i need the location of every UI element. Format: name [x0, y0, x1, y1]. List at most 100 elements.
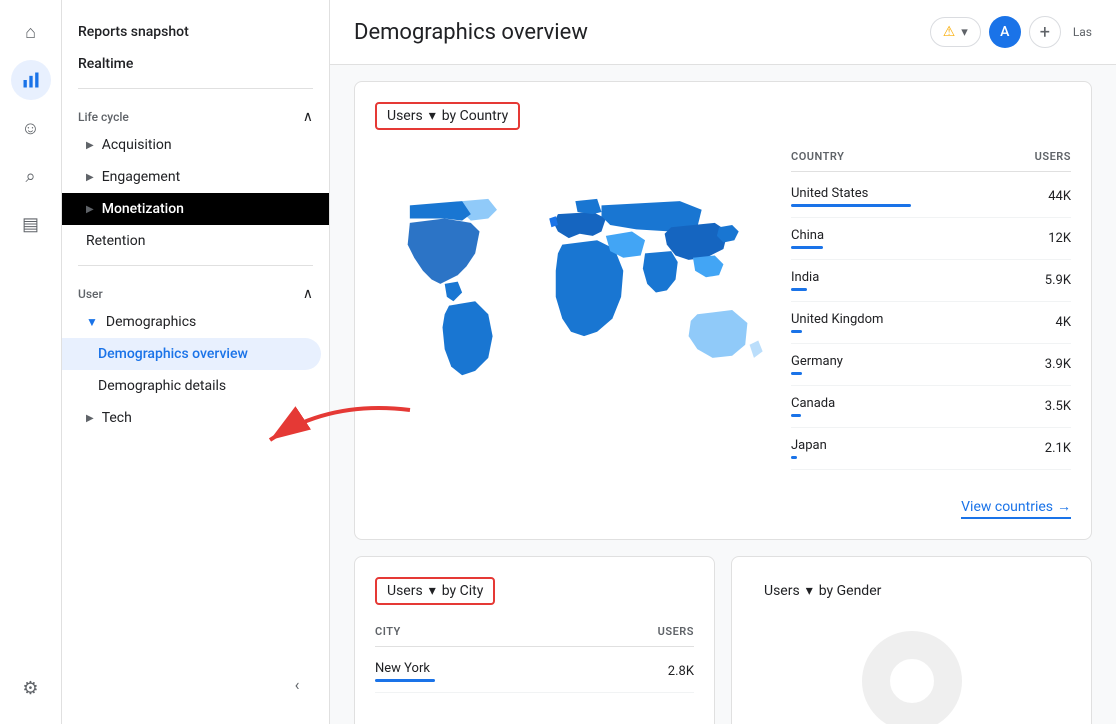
city-table-header: CITY USERS — [375, 621, 694, 647]
sidebar-demographics-overview[interactable]: Demographics overview — [62, 338, 321, 370]
lifecycle-chevron: ∧ — [303, 109, 313, 125]
city-card-header: Users ▾ by City — [375, 577, 694, 605]
country-name-cell: Germany — [791, 354, 843, 369]
city-users-label: Users — [387, 583, 423, 599]
country-table-row: Germany 3.9K — [791, 344, 1071, 386]
country-dropdown-arrow: ▾ — [429, 108, 436, 124]
city-row-newyork: New York 2.8K — [375, 651, 694, 693]
map-container: COUNTRY USERS United States 44K China 12… — [375, 146, 1071, 519]
country-name-cell: Japan — [791, 438, 827, 453]
country-table-rows: United States 44K China 12K India 5.9K U… — [791, 176, 1071, 470]
sidebar: Reports snapshot Realtime Life cycle ∧ ▶… — [62, 0, 330, 724]
country-table-row: United States 44K — [791, 176, 1071, 218]
settings-nav-icon[interactable]: ⚙ — [11, 668, 51, 708]
view-countries-link[interactable]: View countries → — [961, 498, 1071, 519]
lifecycle-section-header[interactable]: Life cycle ∧ — [62, 97, 329, 129]
country-card: Users ▾ by Country — [354, 81, 1092, 540]
country-users-cell: 3.5K — [1045, 399, 1071, 414]
country-row-left: China — [791, 228, 824, 249]
sidebar-tech[interactable]: ▶ Tech — [62, 402, 321, 434]
lifecycle-label: Life cycle — [78, 110, 129, 124]
country-table: COUNTRY USERS United States 44K China 12… — [791, 146, 1071, 519]
country-table-row: China 12K — [791, 218, 1071, 260]
avatar-button[interactable]: A — [989, 16, 1021, 48]
country-users-label: Users — [387, 108, 423, 124]
monetization-arrow: ▶ — [86, 204, 94, 215]
collapse-button[interactable]: ‹ — [281, 668, 313, 700]
country-table-row: India 5.9K — [791, 260, 1071, 302]
country-table-row: Canada 3.5K — [791, 386, 1071, 428]
country-progress-bar — [791, 204, 911, 207]
country-users-cell: 5.9K — [1045, 273, 1071, 288]
sidebar-divider-1 — [78, 88, 313, 89]
country-progress-bar — [791, 414, 801, 417]
country-row-left: Germany — [791, 354, 843, 375]
sidebar-demographics[interactable]: ▼ Demographics — [62, 306, 321, 338]
gender-users-label: Users — [764, 583, 800, 599]
search-nav-icon[interactable]: ⌕ — [11, 156, 51, 196]
country-name-cell: Canada — [791, 396, 835, 411]
sidebar-realtime[interactable]: Realtime — [62, 48, 329, 80]
analytics-nav-icon[interactable] — [11, 60, 51, 100]
sidebar-retention[interactable]: Retention — [62, 225, 321, 257]
view-countries-text: View countries — [961, 499, 1053, 515]
country-users-cell: 4K — [1056, 315, 1071, 330]
user-section-header[interactable]: User ∧ — [62, 274, 329, 306]
gender-card: Users ▾ by Gender — [731, 556, 1092, 724]
sidebar-engagement[interactable]: ▶ Engagement — [62, 161, 321, 193]
country-name-cell: United Kingdom — [791, 312, 883, 327]
engagement-arrow: ▶ — [86, 172, 94, 183]
content-area: Users ▾ by Country — [330, 65, 1116, 724]
gender-donut — [862, 631, 962, 724]
country-row-left: Canada — [791, 396, 835, 417]
engagement-label: Engagement — [102, 169, 180, 185]
sidebar-monetization[interactable]: ▶ Monetization — [62, 193, 329, 225]
user-label: User — [78, 287, 103, 301]
icon-navigation: ⌂ ☺ ⌕ ▤ ⚙ — [0, 0, 62, 724]
gender-title-button[interactable]: Users ▾ by Gender — [752, 577, 893, 605]
monetization-label: Monetization — [102, 201, 184, 217]
country-col-header: COUNTRY — [791, 150, 844, 163]
country-table-row: Japan 2.1K — [791, 428, 1071, 470]
retention-label: Retention — [86, 233, 146, 249]
sidebar-reports-snapshot[interactable]: Reports snapshot — [62, 16, 329, 48]
city-users-col-header: USERS — [658, 625, 694, 638]
country-progress-bar — [791, 330, 802, 333]
alert-dropdown-arrow: ▾ — [961, 25, 968, 40]
user-chevron: ∧ — [303, 286, 313, 302]
page-title: Demographics overview — [354, 20, 918, 45]
bottom-cards-row: Users ▾ by City CITY USERS New York — [354, 556, 1092, 724]
country-card-header: Users ▾ by Country — [375, 102, 1071, 130]
audience-nav-icon[interactable]: ☺ — [11, 108, 51, 148]
gender-card-header: Users ▾ by Gender — [752, 577, 1071, 605]
demographic-details-label: Demographic details — [98, 378, 226, 394]
country-row-left: United States — [791, 186, 911, 207]
users-col-header: USERS — [1035, 150, 1071, 163]
city-bar — [375, 679, 435, 682]
country-row-left: India — [791, 270, 819, 291]
sidebar-demographic-details[interactable]: Demographic details — [62, 370, 321, 402]
country-progress-bar — [791, 456, 797, 459]
country-name-cell: India — [791, 270, 819, 285]
country-table-row: United Kingdom 4K — [791, 302, 1071, 344]
table-nav-icon[interactable]: ▤ — [11, 204, 51, 244]
city-row-left: New York — [375, 661, 435, 682]
main-header: Demographics overview ⚠ ▾ A + Las — [330, 0, 1116, 65]
city-title-button[interactable]: Users ▾ by City — [375, 577, 495, 605]
city-col-header: CITY — [375, 625, 401, 638]
country-users-cell: 12K — [1048, 231, 1071, 246]
country-progress-bar — [791, 288, 807, 291]
gender-chart — [752, 621, 1071, 724]
country-title-button[interactable]: Users ▾ by Country — [375, 102, 520, 130]
add-button[interactable]: + — [1029, 16, 1061, 48]
country-progress-bar — [791, 246, 823, 249]
country-name-cell: United States — [791, 186, 911, 201]
city-card: Users ▾ by City CITY USERS New York — [354, 556, 715, 724]
alert-button[interactable]: ⚠ ▾ — [930, 17, 981, 47]
country-row-left: Japan — [791, 438, 827, 459]
home-nav-icon[interactable]: ⌂ — [11, 12, 51, 52]
sidebar-acquisition[interactable]: ▶ Acquisition — [62, 129, 321, 161]
country-users-cell: 44K — [1048, 189, 1071, 204]
acquisition-arrow: ▶ — [86, 140, 94, 151]
view-countries-arrow: → — [1057, 498, 1071, 515]
